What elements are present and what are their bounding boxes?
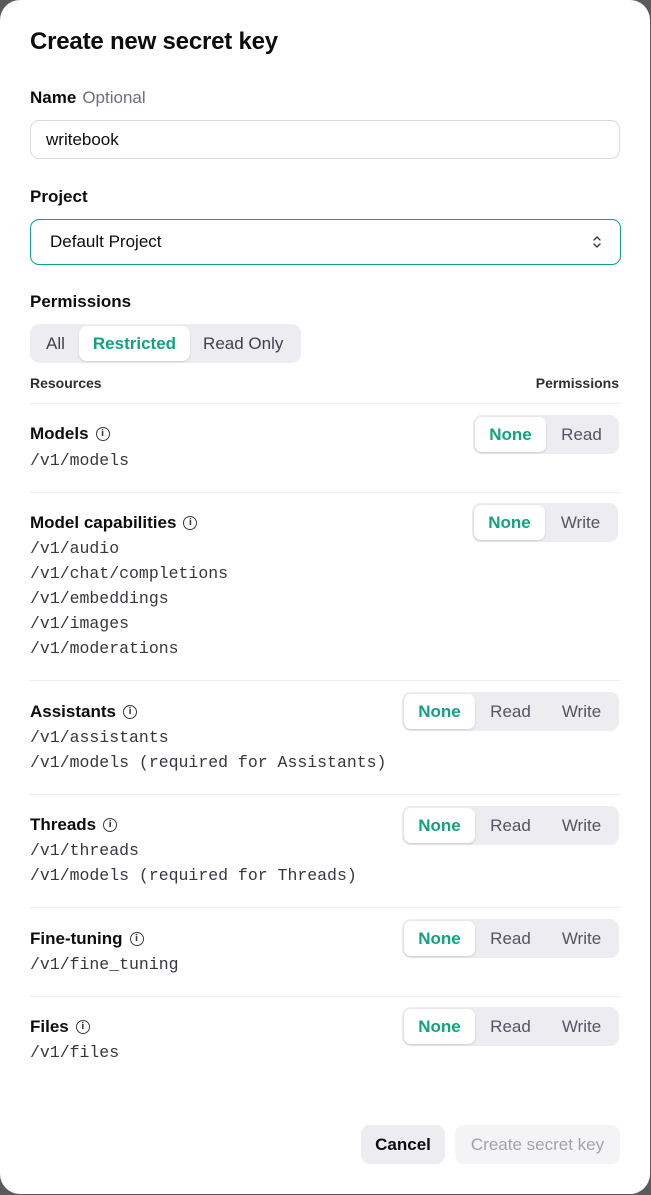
endpoint-path: /v1/moderations: [30, 639, 179, 658]
endpoint-path: /v1/fine_tuning: [30, 955, 179, 974]
chevron-up-down-icon: [592, 235, 602, 249]
resources-column-header: Resources: [30, 375, 102, 391]
endpoint-path: /v1/models: [30, 451, 130, 470]
permission-toggle-fine-tuning: None Read Write: [402, 919, 619, 958]
endpoint-path: /v1/chat/completions: [30, 564, 229, 583]
dialog-title: Create new secret key: [30, 28, 278, 55]
optional-hint: Optional: [82, 88, 146, 107]
info-icon[interactable]: i: [75, 1020, 90, 1034]
resource-endpoints-models: /v1/models: [30, 448, 129, 473]
divider: [30, 403, 620, 404]
permission-toggle-assistants: None Read Write: [402, 692, 619, 731]
permission-write-option[interactable]: Write: [546, 921, 617, 956]
name-label-text: Name: [30, 88, 77, 107]
project-select-value: Default Project: [50, 232, 162, 251]
permission-toggle-models: None Read: [473, 415, 619, 454]
permission-write-option[interactable]: Write: [546, 1009, 617, 1044]
permission-write-option[interactable]: Write: [546, 694, 617, 729]
resource-endpoints-files: /v1/files: [30, 1040, 119, 1065]
resource-title-assistants: Assistants i: [30, 702, 137, 722]
permissions-column-header: Permissions: [535, 375, 619, 391]
divider: [30, 907, 620, 908]
endpoint-path: /v1/files: [30, 1043, 120, 1062]
mode-restricted-tab[interactable]: Restricted: [78, 326, 191, 361]
resource-name: Assistants: [30, 702, 116, 721]
permission-none-option[interactable]: None: [404, 808, 475, 843]
project-select[interactable]: Default Project: [30, 219, 621, 265]
mode-read-only-tab[interactable]: Read Only: [190, 326, 299, 361]
permissions-label: Permissions: [30, 292, 132, 311]
resource-endpoints-fine-tuning: /v1/fine_tuning: [30, 952, 179, 977]
cancel-button[interactable]: Cancel: [361, 1125, 445, 1164]
divider: [30, 996, 620, 997]
resource-endpoints-model-capabilities: /v1/audio/v1/chat/completions/v1/embeddi…: [30, 536, 228, 661]
permission-read-option[interactable]: Read: [546, 417, 617, 452]
name-input[interactable]: [30, 120, 620, 159]
permission-none-option[interactable]: None: [474, 505, 545, 540]
permission-read-option[interactable]: Read: [475, 694, 546, 729]
resource-title-models: Models i: [30, 424, 110, 444]
divider: [30, 492, 620, 493]
info-icon[interactable]: i: [183, 516, 198, 530]
endpoint-path: /v1/models (required for Threads): [30, 866, 357, 885]
divider: [30, 680, 620, 681]
resource-title-fine-tuning: Fine-tuning i: [30, 929, 144, 949]
mode-all-tab[interactable]: All: [32, 326, 79, 361]
project-label: Project: [30, 187, 88, 206]
create-secret-key-dialog: Create new secret key Name Optional Proje…: [0, 0, 650, 1194]
permission-toggle-files: None Read Write: [402, 1007, 619, 1046]
endpoint-path: /v1/assistants: [30, 728, 169, 747]
name-label: Name Optional: [30, 88, 146, 108]
resource-name: Fine-tuning: [30, 929, 123, 948]
permission-toggle-threads: None Read Write: [402, 806, 619, 845]
info-icon[interactable]: i: [95, 427, 110, 441]
permission-none-option[interactable]: None: [404, 694, 475, 729]
info-icon[interactable]: i: [129, 932, 144, 946]
resource-endpoints-threads: /v1/threads/v1/models (required for Thre…: [30, 838, 357, 888]
resource-endpoints-assistants: /v1/assistants/v1/models (required for A…: [30, 725, 386, 775]
permission-none-option[interactable]: None: [404, 921, 475, 956]
resource-title-model-capabilities: Model capabilities i: [30, 513, 198, 533]
resource-title-files: Files i: [30, 1017, 90, 1037]
endpoint-path: /v1/images: [30, 614, 130, 633]
resource-title-threads: Threads i: [30, 815, 118, 835]
resource-name: Threads: [30, 815, 97, 834]
resource-name: Files: [30, 1017, 69, 1036]
permission-toggle-model-capabilities: None Write: [472, 503, 618, 542]
permission-read-option[interactable]: Read: [475, 921, 546, 956]
endpoint-path: /v1/models (required for Assistants): [30, 753, 387, 772]
info-icon[interactable]: i: [103, 818, 118, 832]
create-secret-key-button[interactable]: Create secret key: [455, 1125, 620, 1164]
permission-none-option[interactable]: None: [404, 1009, 475, 1044]
permission-none-option[interactable]: None: [475, 417, 546, 452]
endpoint-path: /v1/embeddings: [30, 589, 169, 608]
permission-write-option[interactable]: Write: [545, 505, 616, 540]
resource-name: Models: [30, 424, 89, 443]
permission-write-option[interactable]: Write: [546, 808, 617, 843]
divider: [30, 794, 620, 795]
endpoint-path: /v1/audio: [30, 539, 120, 558]
resource-name: Model capabilities: [30, 513, 177, 532]
permission-mode-toggle: All Restricted Read Only: [30, 324, 302, 363]
permission-read-option[interactable]: Read: [475, 1009, 546, 1044]
permission-read-option[interactable]: Read: [475, 808, 546, 843]
info-icon[interactable]: i: [122, 705, 137, 719]
endpoint-path: /v1/threads: [30, 841, 139, 860]
